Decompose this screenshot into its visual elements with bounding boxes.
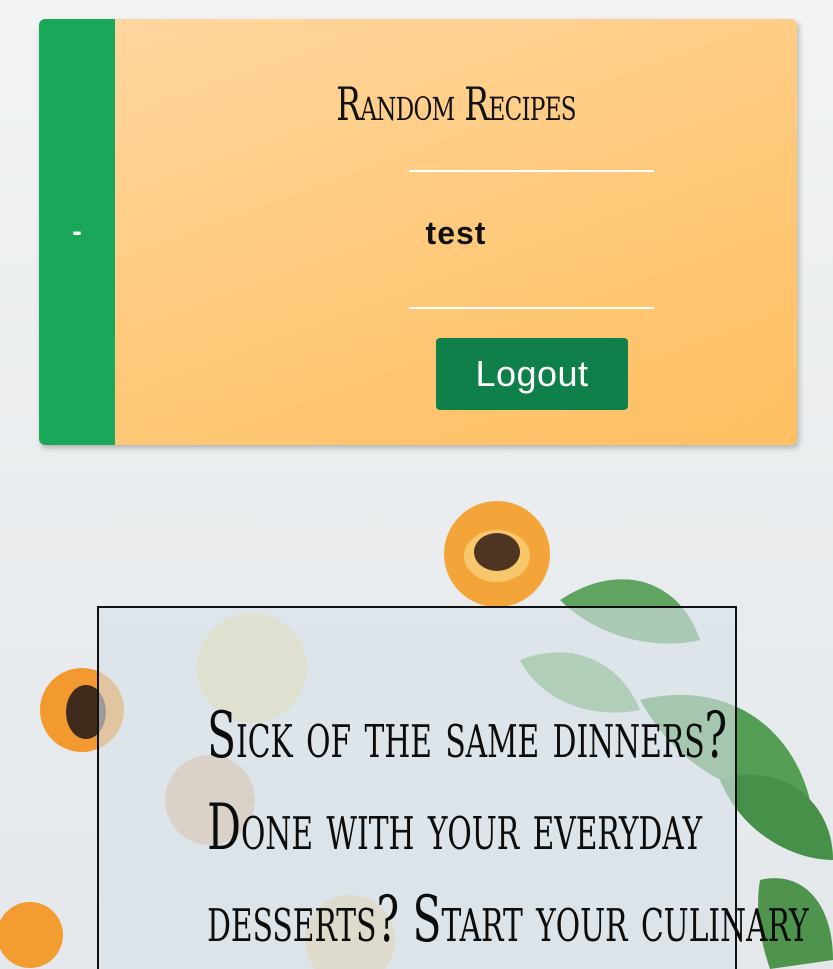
app-title: Random Recipes <box>336 77 576 131</box>
logout-button[interactable]: Logout <box>436 338 628 410</box>
tagline-line: Sick of the same dinners? <box>207 699 728 773</box>
hero-tagline: Sick of the same dinners? Done with your… <box>207 690 809 966</box>
tagline-line: Done with your everyday <box>207 791 703 865</box>
hero-tagline-box: Sick of the same dinners? Done with your… <box>97 606 809 969</box>
tagline-line: desserts? Start your culinary <box>207 883 809 957</box>
header-card: - Random Recipes test Logout <box>39 19 797 445</box>
sidebar-toggle-button[interactable]: - <box>39 19 115 445</box>
username-label: test <box>425 215 487 251</box>
header-content: Random Recipes test Logout <box>115 19 797 445</box>
divider <box>409 307 654 309</box>
divider <box>409 170 654 172</box>
